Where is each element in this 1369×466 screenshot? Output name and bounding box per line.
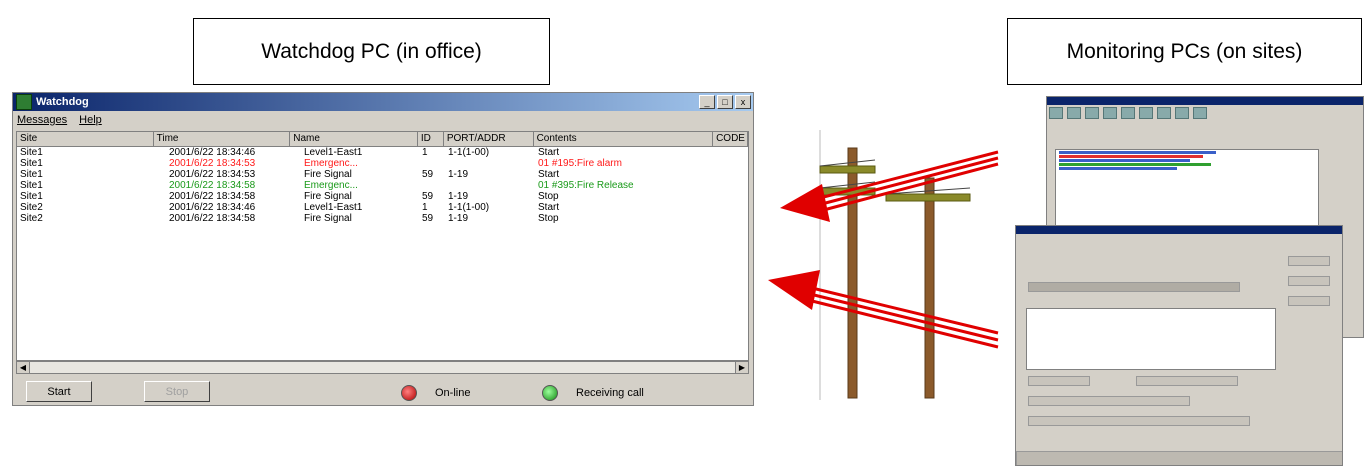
table-cell-name: Fire Signal <box>304 213 352 224</box>
table-cell-site: Site1 <box>20 191 43 202</box>
horizontal-scrollbar[interactable]: ◀ ▶ <box>16 361 749 374</box>
table-cell-port: 1-1(1-00) <box>448 202 490 213</box>
menu-bar: Messages Help <box>13 111 753 128</box>
table-cell-contents: Start <box>538 147 560 158</box>
online-indicator-icon <box>401 385 417 401</box>
monitoring-control <box>1288 296 1330 306</box>
table-cell-id: 59 <box>422 213 434 224</box>
table-cell-site: Site1 <box>20 147 43 158</box>
monitoring-control <box>1028 396 1190 406</box>
monitoring-control <box>1028 416 1250 426</box>
monitoring-control <box>1288 276 1330 286</box>
stop-button[interactable]: Stop <box>144 381 210 402</box>
monitoring-toolbar <box>1047 105 1363 133</box>
column-header-contents[interactable]: Contents <box>534 132 714 146</box>
column-header-id[interactable]: ID <box>418 132 444 146</box>
table-cell-time: 2001/6/22 18:34:58 <box>169 213 256 224</box>
list-header: Site Time Name ID PORT/ADDR Contents COD… <box>17 132 748 147</box>
table-cell-name: Level1-East1 <box>304 202 363 213</box>
table-cell-site: Site2 <box>20 202 43 213</box>
table-cell-port <box>445 180 535 191</box>
table-cell-contents: 01 #395:Fire Release <box>538 180 634 191</box>
monitoring-pc-screen-front <box>1015 225 1343 466</box>
table-cell-contents: Stop <box>538 191 559 202</box>
monitoring-control <box>1028 282 1240 292</box>
table-row[interactable]: Site2 2001/6/22 18:34:46 Level1-East1 1 1-1(… <box>17 202 748 213</box>
monitoring-pcs-label: Monitoring PCs (on sites) <box>1007 18 1362 85</box>
table-cell-port: 1-19 <box>448 213 469 224</box>
table-row[interactable]: Site1 2001/6/22 18:34:53 Emergenc... 01 #19… <box>17 158 748 169</box>
table-cell-time: 2001/6/22 18:34:58 <box>169 180 256 191</box>
table-cell-id: 1 <box>422 147 428 158</box>
title-bar: Watchdog _ □ x <box>13 93 753 111</box>
close-button[interactable]: x <box>735 95 751 109</box>
monitoring-control <box>1136 376 1238 386</box>
arrow-lower-icon <box>768 270 999 349</box>
table-cell-site: Site1 <box>20 180 43 191</box>
telephone-pole-right <box>885 177 971 399</box>
table-cell-contents: Start <box>538 169 560 180</box>
table-cell-time: 2001/6/22 18:34:53 <box>169 158 256 169</box>
list-rows: Site1 2001/6/22 18:34:46 Level1-East1 1 1-1(… <box>17 147 748 224</box>
table-cell-contents: Stop <box>538 213 559 224</box>
table-cell-name: Level1-East1 <box>304 147 363 158</box>
table-cell-id <box>419 180 445 191</box>
watchdog-pc-label: Watchdog PC (in office) <box>193 18 550 85</box>
start-button[interactable]: Start <box>26 381 92 402</box>
column-header-code[interactable]: CODE <box>713 132 748 146</box>
table-cell-contents: Start <box>538 202 560 213</box>
table-cell-id: 1 <box>422 202 428 213</box>
table-row[interactable]: Site2 2001/6/22 18:34:58 Fire Signal 59 1-19… <box>17 213 748 224</box>
network-diagram <box>768 130 999 400</box>
table-cell-name: Fire Signal <box>304 169 352 180</box>
table-cell-time: 2001/6/22 18:34:58 <box>169 191 256 202</box>
table-cell-name: Fire Signal <box>304 191 352 202</box>
column-header-site[interactable]: Site <box>17 132 154 146</box>
online-status-label: On-line <box>435 387 471 399</box>
minimize-button[interactable]: _ <box>699 95 715 109</box>
column-header-port-addr[interactable]: PORT/ADDR <box>444 132 534 146</box>
table-cell-port: 1-19 <box>448 191 469 202</box>
window-title: Watchdog <box>36 96 89 108</box>
table-cell-time: 2001/6/22 18:34:46 <box>169 202 256 213</box>
receiving-status-label: Receiving call <box>576 387 644 399</box>
monitoring-message-list <box>1026 308 1276 370</box>
monitoring-title-bar <box>1047 97 1363 105</box>
monitoring-title-bar <box>1016 226 1342 234</box>
scroll-left-icon[interactable]: ◀ <box>17 362 30 373</box>
table-cell-id <box>419 158 445 169</box>
table-row[interactable]: Site1 2001/6/22 18:34:58 Emergenc... 01 #39… <box>17 180 748 191</box>
monitoring-control <box>1288 256 1330 266</box>
table-row[interactable]: Site1 2001/6/22 18:34:58 Fire Signal 59 1-19… <box>17 191 748 202</box>
column-header-name[interactable]: Name <box>290 132 418 146</box>
menu-messages[interactable]: Messages <box>17 114 67 126</box>
table-cell-port: 1-19 <box>448 169 469 180</box>
bottom-bar: Start Stop On-line Receiving call <box>13 376 753 405</box>
table-cell-site: Site2 <box>20 213 43 224</box>
table-cell-id: 59 <box>422 169 434 180</box>
table-cell-port: 1-1(1-00) <box>448 147 490 158</box>
monitoring-control <box>1028 376 1090 386</box>
table-cell-site: Site1 <box>20 169 43 180</box>
monitoring-control <box>1016 451 1342 465</box>
table-cell-site: Site1 <box>20 158 43 169</box>
watchdog-window: Watchdog _ □ x Messages Help Site Time N… <box>12 92 754 406</box>
table-cell-time: 2001/6/22 18:34:46 <box>169 147 256 158</box>
table-row[interactable]: Site1 2001/6/22 18:34:53 Fire Signal 59 1-19… <box>17 169 748 180</box>
app-icon <box>16 94 32 110</box>
table-cell-time: 2001/6/22 18:34:53 <box>169 169 256 180</box>
scroll-right-icon[interactable]: ▶ <box>735 362 748 373</box>
menu-help[interactable]: Help <box>79 114 102 126</box>
message-list[interactable]: Site Time Name ID PORT/ADDR Contents COD… <box>16 131 749 361</box>
table-cell-name: Emergenc... <box>304 158 358 169</box>
table-cell-id: 59 <box>422 191 434 202</box>
table-cell-name: Emergenc... <box>304 180 358 191</box>
table-cell-contents: 01 #195:Fire alarm <box>538 158 622 169</box>
arrow-upper-icon <box>780 150 999 222</box>
maximize-button[interactable]: □ <box>717 95 733 109</box>
receiving-indicator-icon <box>542 385 558 401</box>
table-row[interactable]: Site1 2001/6/22 18:34:46 Level1-East1 1 1-1(… <box>17 147 748 158</box>
table-cell-port <box>445 158 535 169</box>
column-header-time[interactable]: Time <box>154 132 291 146</box>
